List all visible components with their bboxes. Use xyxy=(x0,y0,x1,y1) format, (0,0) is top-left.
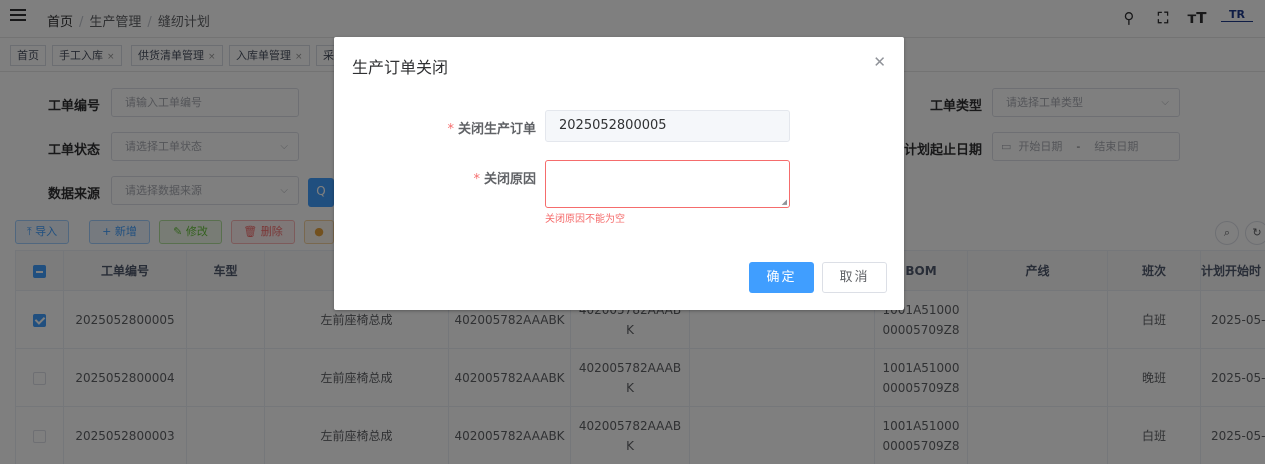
resize-handle-icon[interactable]: ◢ xyxy=(782,198,787,206)
close-icon[interactable]: ✕ xyxy=(873,53,886,71)
close-order-dialog: 生产订单关闭 ✕ * 关闭生产订单 2025052800005 * 关闭原因 ◢ 关… xyxy=(334,37,904,310)
reason-field-label: * 关闭原因 xyxy=(473,172,536,187)
reason-error-message: 关闭原因不能为空 xyxy=(545,214,625,225)
dialog-title: 生产订单关闭 xyxy=(352,58,449,77)
confirm-button[interactable]: 确定 xyxy=(749,262,814,293)
order-field-label: * 关闭生产订单 xyxy=(447,122,536,137)
order-field-input[interactable]: 2025052800005 xyxy=(545,110,790,142)
cancel-button[interactable]: 取消 xyxy=(822,262,887,293)
reason-textarea[interactable]: ◢ xyxy=(545,160,790,208)
